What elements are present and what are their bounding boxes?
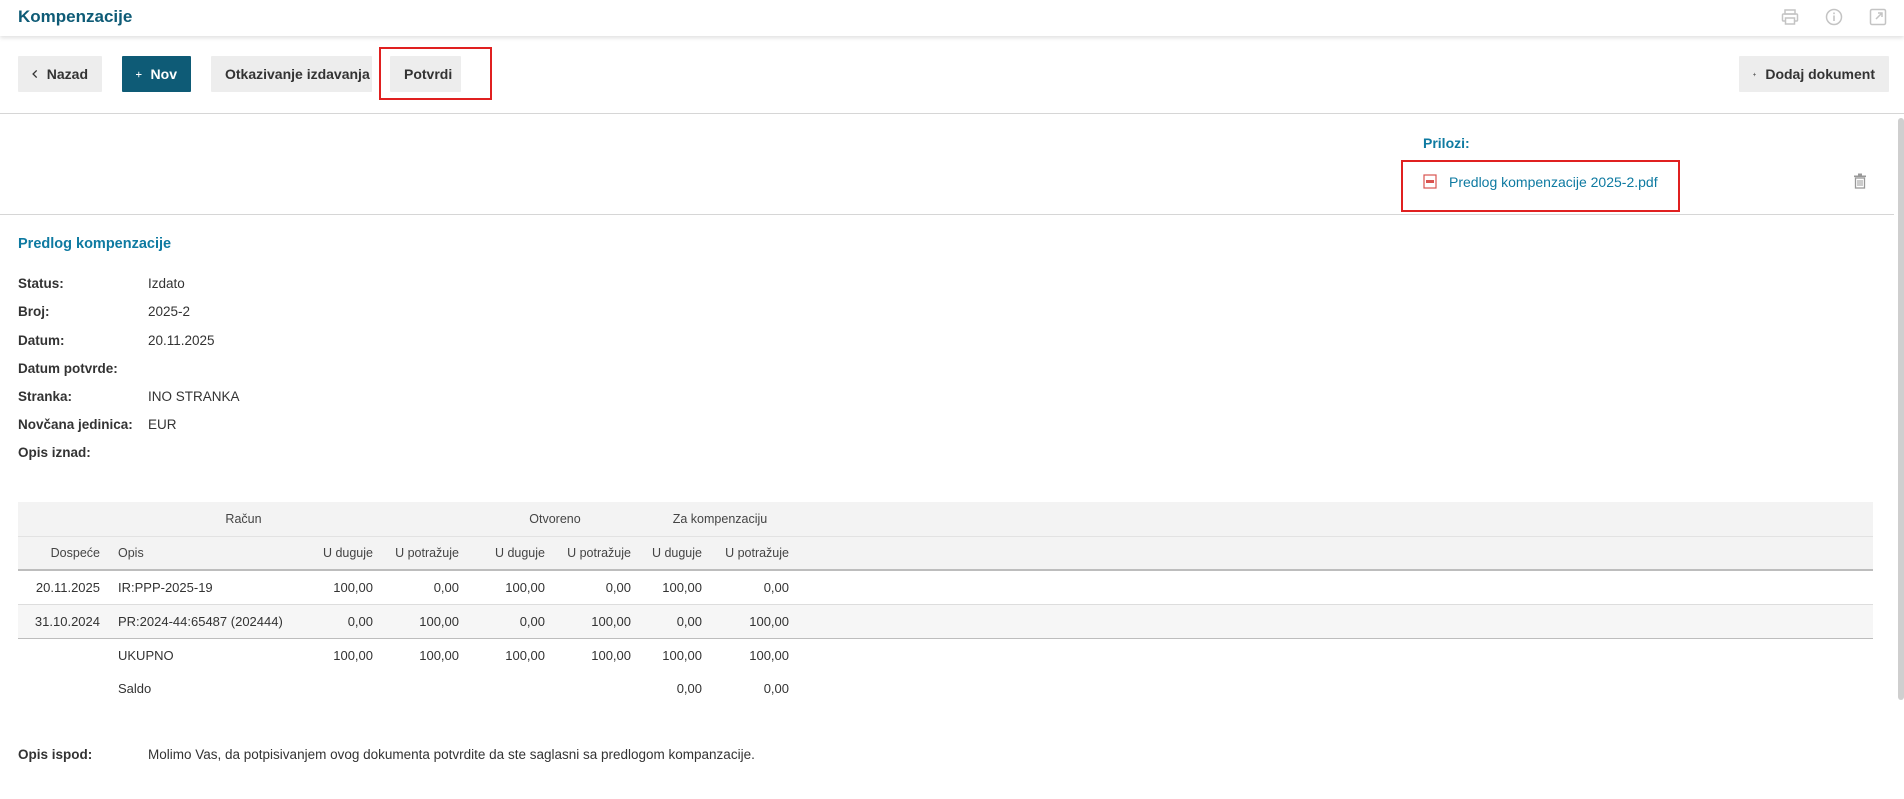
- compensation-table: Račun Otvoreno Za kompenzaciju Dospeće O…: [18, 502, 1873, 704]
- app-header: Kompenzacije: [0, 0, 1904, 36]
- col-empty: [799, 536, 1873, 571]
- field-value-stranka: INO STRANKA: [148, 389, 240, 404]
- total-label: UKUPNO: [118, 648, 174, 664]
- saldo-label: Saldo: [118, 681, 152, 696]
- col-komp-duguje: U duguje: [641, 536, 712, 571]
- external-link-icon[interactable]: [1868, 7, 1888, 27]
- field-value-datum: 20.11.2025: [148, 333, 215, 348]
- cell-empty: [469, 673, 555, 704]
- group-za-kompenzaciju: Za kompenzaciju: [641, 502, 799, 537]
- cell-komp-duguje: 100,00: [641, 570, 712, 605]
- divider: [0, 214, 1894, 215]
- vertical-scrollbar[interactable]: [1898, 118, 1904, 700]
- plus-icon: [1753, 72, 1757, 76]
- field-label-broj: Broj:: [18, 304, 50, 319]
- total-racun-potrazuje: 100,00: [419, 648, 459, 664]
- saldo-row: Saldo 0,00 0,00: [18, 673, 1873, 704]
- saldo-komp-potrazuje: 0,00: [763, 681, 789, 696]
- print-icon[interactable]: [1780, 7, 1800, 27]
- cell-empty: [799, 604, 1873, 639]
- total-otvoreno-potrazuje: 100,00: [591, 648, 631, 664]
- cell-racun-potrazuje: 100,00: [383, 604, 469, 639]
- col-otvoreno-duguje: U duguje: [469, 536, 555, 571]
- cell-empty: [799, 673, 1873, 704]
- cell-komp-duguje: 0,00: [641, 604, 712, 639]
- cell-empty: [799, 638, 1873, 673]
- table-column-header: Dospeće Opis U duguje U potražuje U dugu…: [18, 536, 1873, 571]
- cancel-issue-label: Otkazivanje izdavanja: [225, 66, 370, 82]
- field-label-datum: Datum:: [18, 333, 65, 348]
- total-otvoreno-duguje: 100,00: [505, 648, 545, 664]
- cell-komp-potrazuje: 100,00: [712, 604, 799, 639]
- group-empty: [799, 502, 1873, 537]
- pdf-file-icon: [1423, 174, 1437, 189]
- field-value-status: Izdato: [148, 276, 185, 291]
- cell-racun-duguje: 100,00: [296, 570, 383, 605]
- plus-icon: [136, 71, 142, 77]
- cell-otvoreno-potrazuje: 100,00: [555, 604, 641, 639]
- group-racun: Račun: [18, 502, 469, 537]
- cell-otvoreno-duguje: 100,00: [469, 570, 555, 605]
- cell-empty: [296, 673, 383, 704]
- col-komp-potrazuje: U potražuje: [712, 536, 799, 571]
- toolbar: Nazad Nov Otkazivanje izdavanja Potvrdi …: [0, 56, 1904, 94]
- table-group-header: Račun Otvoreno Za kompenzaciju: [18, 502, 1873, 537]
- cell-opis: PR:2024-44:65487 (202444): [110, 604, 296, 639]
- confirm-button-label: Potvrdi: [404, 66, 453, 82]
- col-dospece: Dospeće: [18, 536, 110, 571]
- field-value-broj: 2025-2: [148, 304, 191, 319]
- cell-opis: IR:PPP-2025-19: [110, 570, 296, 605]
- cell-otvoreno-duguje: 0,00: [469, 604, 555, 639]
- opis-ispod-label: Opis ispod:: [18, 747, 93, 762]
- cell-empty: [555, 673, 641, 704]
- saldo-komp-duguje: 0,00: [676, 681, 702, 696]
- table-row[interactable]: 20.11.2025 IR:PPP-2025-19 100,00 0,00 10…: [18, 570, 1873, 605]
- col-racun-duguje: U duguje: [296, 536, 383, 571]
- total-komp-duguje: 100,00: [662, 648, 702, 664]
- cell-racun-potrazuje: 0,00: [383, 570, 469, 605]
- cell-empty: [18, 638, 110, 673]
- table-row[interactable]: 31.10.2024 PR:2024-44:65487 (202444) 0,0…: [18, 604, 1873, 639]
- back-button[interactable]: Nazad: [18, 56, 102, 92]
- total-row: UKUPNO 100,00 100,00 100,00 100,00 100,0…: [18, 638, 1873, 673]
- section-title: Predlog kompenzacije: [18, 236, 172, 252]
- cell-komp-potrazuje: 0,00: [712, 570, 799, 605]
- attachments-title: Prilozi:: [1423, 135, 1470, 151]
- chevron-left-icon: [32, 69, 38, 79]
- total-racun-duguje: 100,00: [333, 648, 373, 664]
- cell-empty: [18, 673, 110, 704]
- cancel-issue-button[interactable]: Otkazivanje izdavanja: [211, 56, 372, 92]
- col-opis: Opis: [110, 536, 296, 571]
- attachment-link[interactable]: Predlog kompenzacije 2025-2.pdf: [1449, 174, 1658, 190]
- cell-dospece: 20.11.2025: [18, 570, 110, 605]
- col-racun-potrazuje: U potražuje: [383, 536, 469, 571]
- add-document-button[interactable]: Dodaj dokument: [1739, 56, 1889, 92]
- new-button[interactable]: Nov: [122, 56, 191, 92]
- confirm-button[interactable]: Potvrdi: [390, 56, 461, 92]
- group-otvoreno: Otvoreno: [469, 502, 641, 537]
- cell-dospece: 31.10.2024: [18, 604, 110, 639]
- cell-otvoreno-potrazuje: 0,00: [555, 570, 641, 605]
- total-komp-potrazuje: 100,00: [749, 648, 789, 664]
- field-label-status: Status:: [18, 276, 64, 291]
- trash-icon[interactable]: [1853, 173, 1867, 189]
- opis-ispod-value: Molimo Vas, da potpisivanjem ovog dokume…: [148, 747, 755, 762]
- col-otvoreno-potrazuje: U potražuje: [555, 536, 641, 571]
- divider: [0, 113, 1904, 114]
- field-label-stranka: Stranka:: [18, 389, 73, 404]
- back-button-label: Nazad: [46, 66, 88, 82]
- new-button-label: Nov: [150, 66, 177, 82]
- cell-racun-duguje: 0,00: [296, 604, 383, 639]
- cell-empty: [383, 673, 469, 704]
- page-title: Kompenzacije: [18, 7, 133, 26]
- add-document-label: Dodaj dokument: [1765, 66, 1875, 82]
- field-label-datum-potvrde: Datum potvrde:: [18, 361, 118, 376]
- field-label-opis-iznad: Opis iznad:: [18, 445, 91, 460]
- field-value-novcana-jedinica: EUR: [148, 417, 177, 432]
- cell-empty: [799, 570, 1873, 605]
- info-icon[interactable]: [1824, 7, 1844, 27]
- field-label-novcana-jedinica: Novčana jedinica:: [18, 417, 133, 432]
